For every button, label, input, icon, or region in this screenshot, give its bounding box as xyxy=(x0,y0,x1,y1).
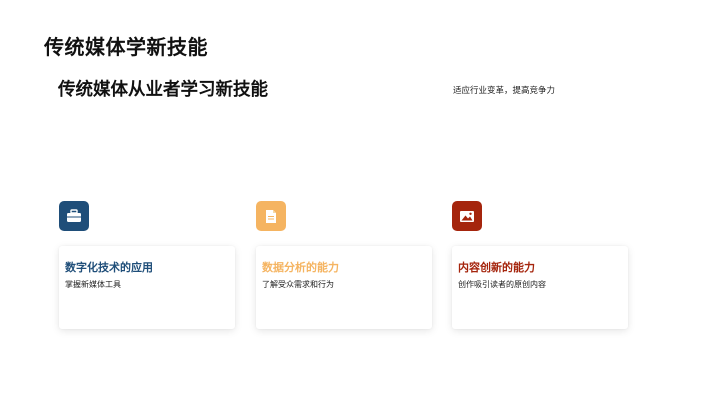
document-icon-badge xyxy=(256,201,286,231)
card-title: 数据分析的能力 xyxy=(262,261,339,274)
card-data-analysis: 数据分析的能力 了解受众需求和行为 xyxy=(256,246,432,329)
image-icon-badge xyxy=(452,201,482,231)
image-icon xyxy=(460,210,474,222)
slide-title: 传统媒体学新技能 xyxy=(44,35,208,59)
card-description: 创作吸引读者的原创内容 xyxy=(458,280,546,289)
card-description: 了解受众需求和行为 xyxy=(262,280,334,289)
card-digital-tech: 数字化技术的应用 掌握新媒体工具 xyxy=(59,246,235,329)
card-content-innovation: 内容创新的能力 创作吸引读者的原创内容 xyxy=(452,246,628,329)
slide-tagline: 适应行业变革，提高竞争力 xyxy=(453,86,556,96)
document-icon xyxy=(266,209,276,223)
briefcase-icon-badge xyxy=(59,201,89,231)
slide: 传统媒体学新技能 传统媒体从业者学习新技能 适应行业变革，提高竞争力 数字化技术… xyxy=(0,0,720,404)
briefcase-icon xyxy=(67,209,81,222)
slide-subtitle: 传统媒体从业者学习新技能 xyxy=(58,80,268,100)
card-title: 数字化技术的应用 xyxy=(65,261,153,274)
card-title: 内容创新的能力 xyxy=(458,261,535,274)
card-description: 掌握新媒体工具 xyxy=(65,280,121,289)
